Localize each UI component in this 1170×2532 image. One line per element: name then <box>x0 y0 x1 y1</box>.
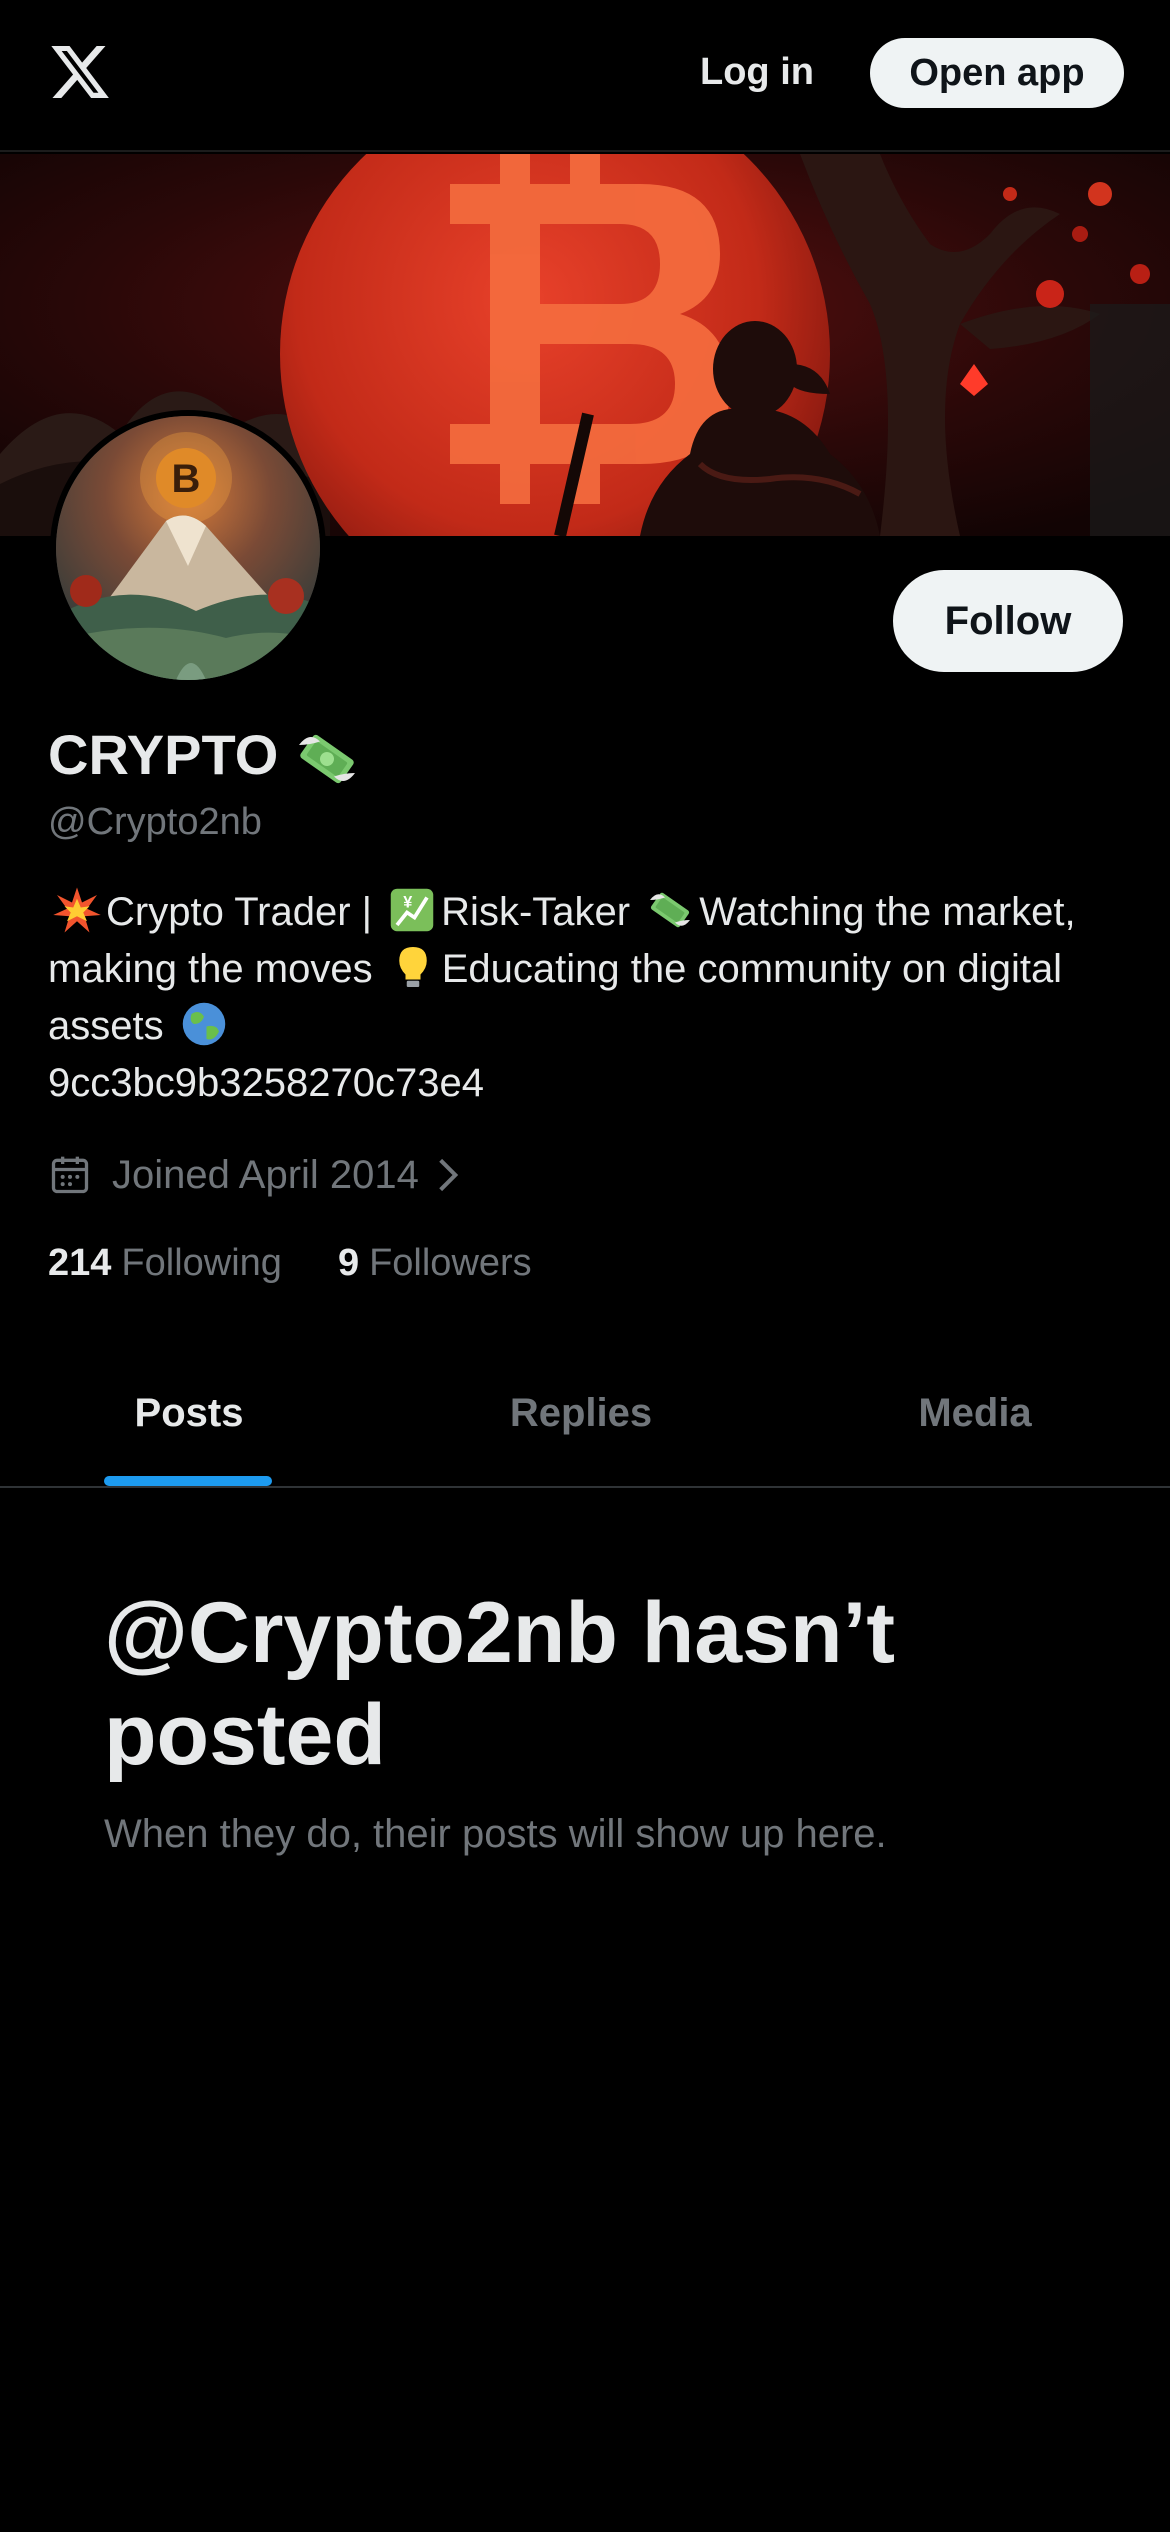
follow-stats: 214 Following 9 Followers <box>48 1236 588 1290</box>
empty-state-title: @Crypto2nb hasn’t posted <box>104 1585 896 1783</box>
bio-seg1: Crypto Trader | <box>106 890 373 934</box>
top-bar: Log in Open app <box>0 0 1170 152</box>
followers-stat[interactable]: 9 Followers <box>338 1236 532 1290</box>
money-wings-icon <box>299 735 356 784</box>
chart-yen-icon: ¥ <box>390 888 434 932</box>
bio-seg2: Risk-Taker <box>441 890 631 934</box>
joined-label: Joined April 2014 <box>112 1152 419 1197</box>
profile-tabs: Posts Replies Media <box>0 1340 1170 1488</box>
svg-text:B: B <box>172 457 201 501</box>
display-name: CRYPTO <box>48 720 362 794</box>
globe-icon <box>182 1002 225 1046</box>
open-app-button[interactable]: Open app <box>870 38 1124 108</box>
handle: @Crypto2nb <box>48 801 262 843</box>
follow-button[interactable]: Follow <box>893 570 1123 672</box>
following-count: 214 <box>48 1242 112 1284</box>
bio: Crypto Trader | ¥ Risk-Taker Watching th… <box>48 884 1128 1112</box>
following-stat[interactable]: 214 Following <box>48 1236 282 1290</box>
tab-posts[interactable]: Posts <box>0 1340 378 1486</box>
display-name-text: CRYPTO <box>48 723 279 786</box>
avatar-image: B <box>56 416 320 680</box>
bio-seg5: 9cc3bc9b3258270c73e4 <box>48 1061 484 1105</box>
x-logo-icon[interactable] <box>48 40 112 104</box>
tab-replies[interactable]: Replies <box>392 1340 770 1486</box>
collision-icon <box>53 887 101 933</box>
tab-media[interactable]: Media <box>790 1340 1160 1486</box>
empty-state-subtitle: When they do, their posts will show up h… <box>104 1812 887 1856</box>
login-link[interactable]: Log in <box>700 48 814 96</box>
active-tab-indicator <box>104 1476 272 1486</box>
svg-text:¥: ¥ <box>403 894 412 912</box>
money-wings-icon <box>650 892 691 928</box>
joined-date[interactable]: Joined April 2014 <box>48 1148 463 1202</box>
followers-label: Followers <box>369 1242 532 1284</box>
avatar[interactable]: B <box>50 410 326 686</box>
chevron-right-icon <box>439 1158 459 1192</box>
followers-count: 9 <box>337 1242 360 1284</box>
lightbulb-icon <box>398 947 427 987</box>
calendar-icon <box>51 1156 89 1194</box>
following-label: Following <box>121 1242 282 1284</box>
